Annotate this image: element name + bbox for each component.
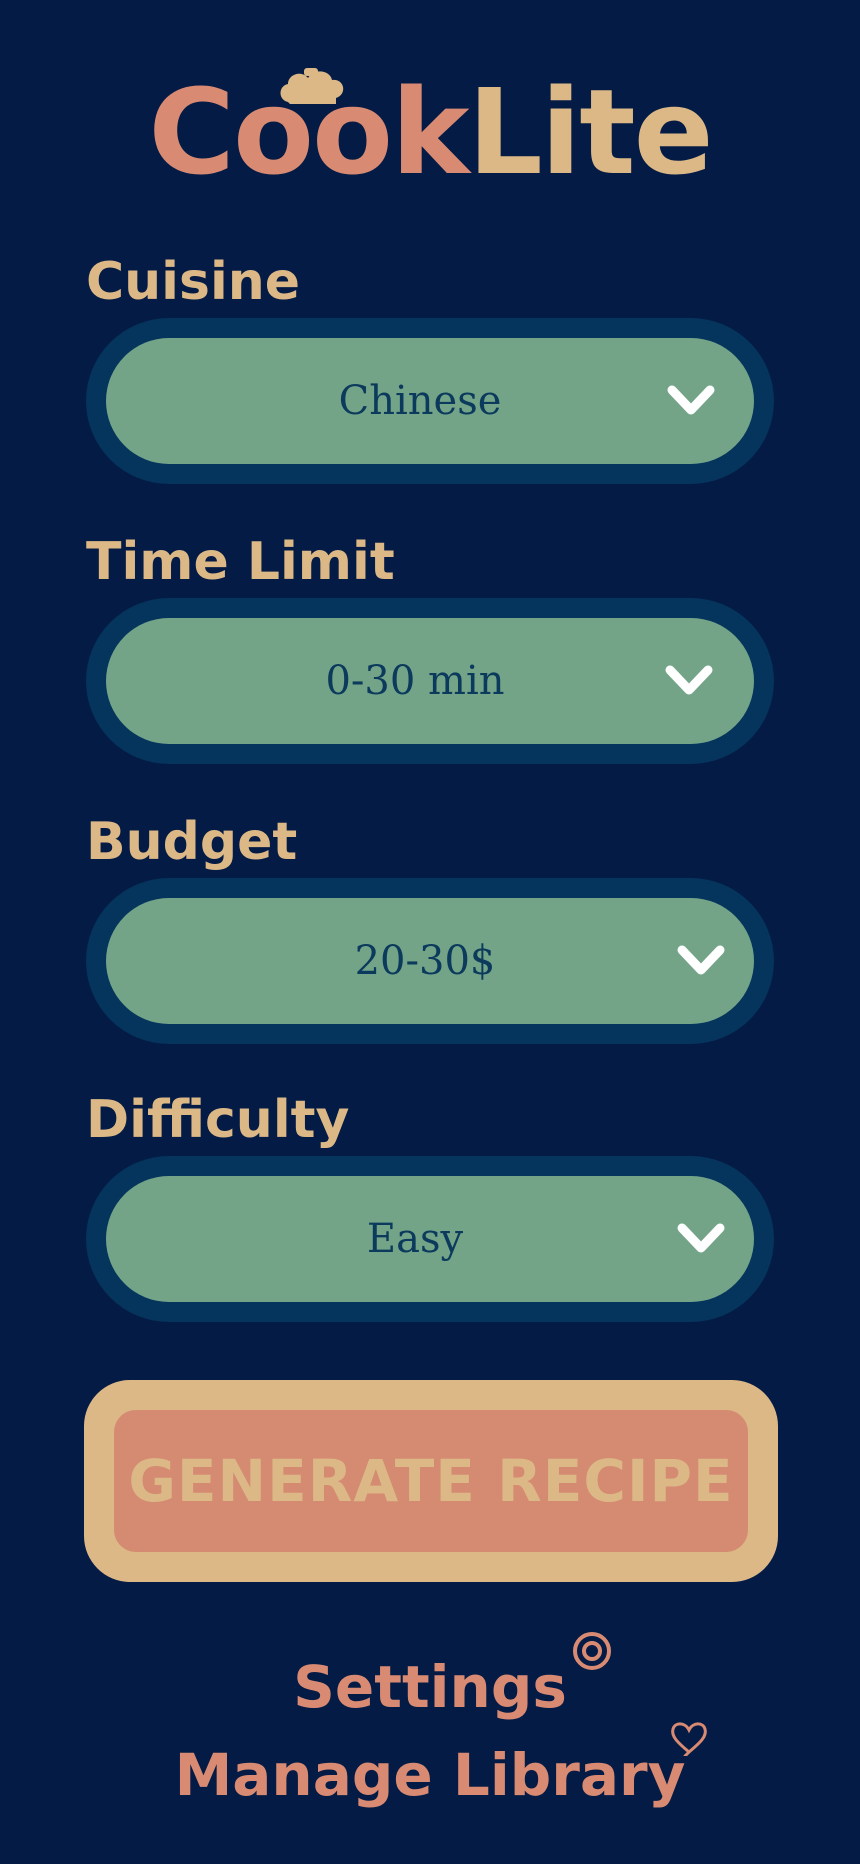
time-limit-label: Time Limit <box>86 532 395 592</box>
difficulty-select-frame: Easy <box>86 1156 774 1322</box>
difficulty-select[interactable]: Easy <box>106 1176 754 1302</box>
budget-label: Budget <box>86 812 298 872</box>
cuisine-label: Cuisine <box>86 252 301 312</box>
budget-select-value: 20-30$ <box>354 938 496 984</box>
app-logo: CookLite <box>0 62 860 202</box>
chevron-down-icon <box>677 945 725 975</box>
difficulty-label: Difficulty <box>86 1090 350 1150</box>
cuisine-select-frame: Chinese <box>86 318 774 484</box>
chef-hat-icon <box>280 68 344 104</box>
chevron-down-icon <box>667 385 715 415</box>
budget-select-frame: 20-30$ <box>86 878 774 1044</box>
time-limit-select[interactable]: 0-30 min <box>106 618 754 744</box>
manage-library-link-row: Manage Library <box>0 1722 860 1810</box>
logo-text-lite: Lite <box>467 63 714 201</box>
generate-recipe-button[interactable]: GENERATE RECIPE <box>84 1380 778 1582</box>
settings-link[interactable]: Settings <box>293 1632 611 1722</box>
chevron-down-icon <box>665 665 713 695</box>
generate-recipe-label: GENERATE RECIPE <box>114 1410 748 1552</box>
manage-library-link-label: Manage Library <box>174 1741 686 1809</box>
gear-icon <box>572 1632 611 1670</box>
budget-select[interactable]: 20-30$ <box>106 898 754 1024</box>
time-limit-select-value: 0-30 min <box>325 658 505 704</box>
heart-icon <box>671 1722 708 1756</box>
manage-library-link[interactable]: Manage Library <box>174 1722 708 1810</box>
cuisine-select[interactable]: Chinese <box>106 338 754 464</box>
time-limit-select-frame: 0-30 min <box>86 598 774 764</box>
chevron-down-icon <box>677 1223 725 1253</box>
settings-link-row: Settings <box>0 1632 860 1722</box>
difficulty-select-value: Easy <box>366 1216 464 1262</box>
cuisine-select-value: Chinese <box>338 378 502 424</box>
settings-link-label: Settings <box>293 1653 567 1721</box>
